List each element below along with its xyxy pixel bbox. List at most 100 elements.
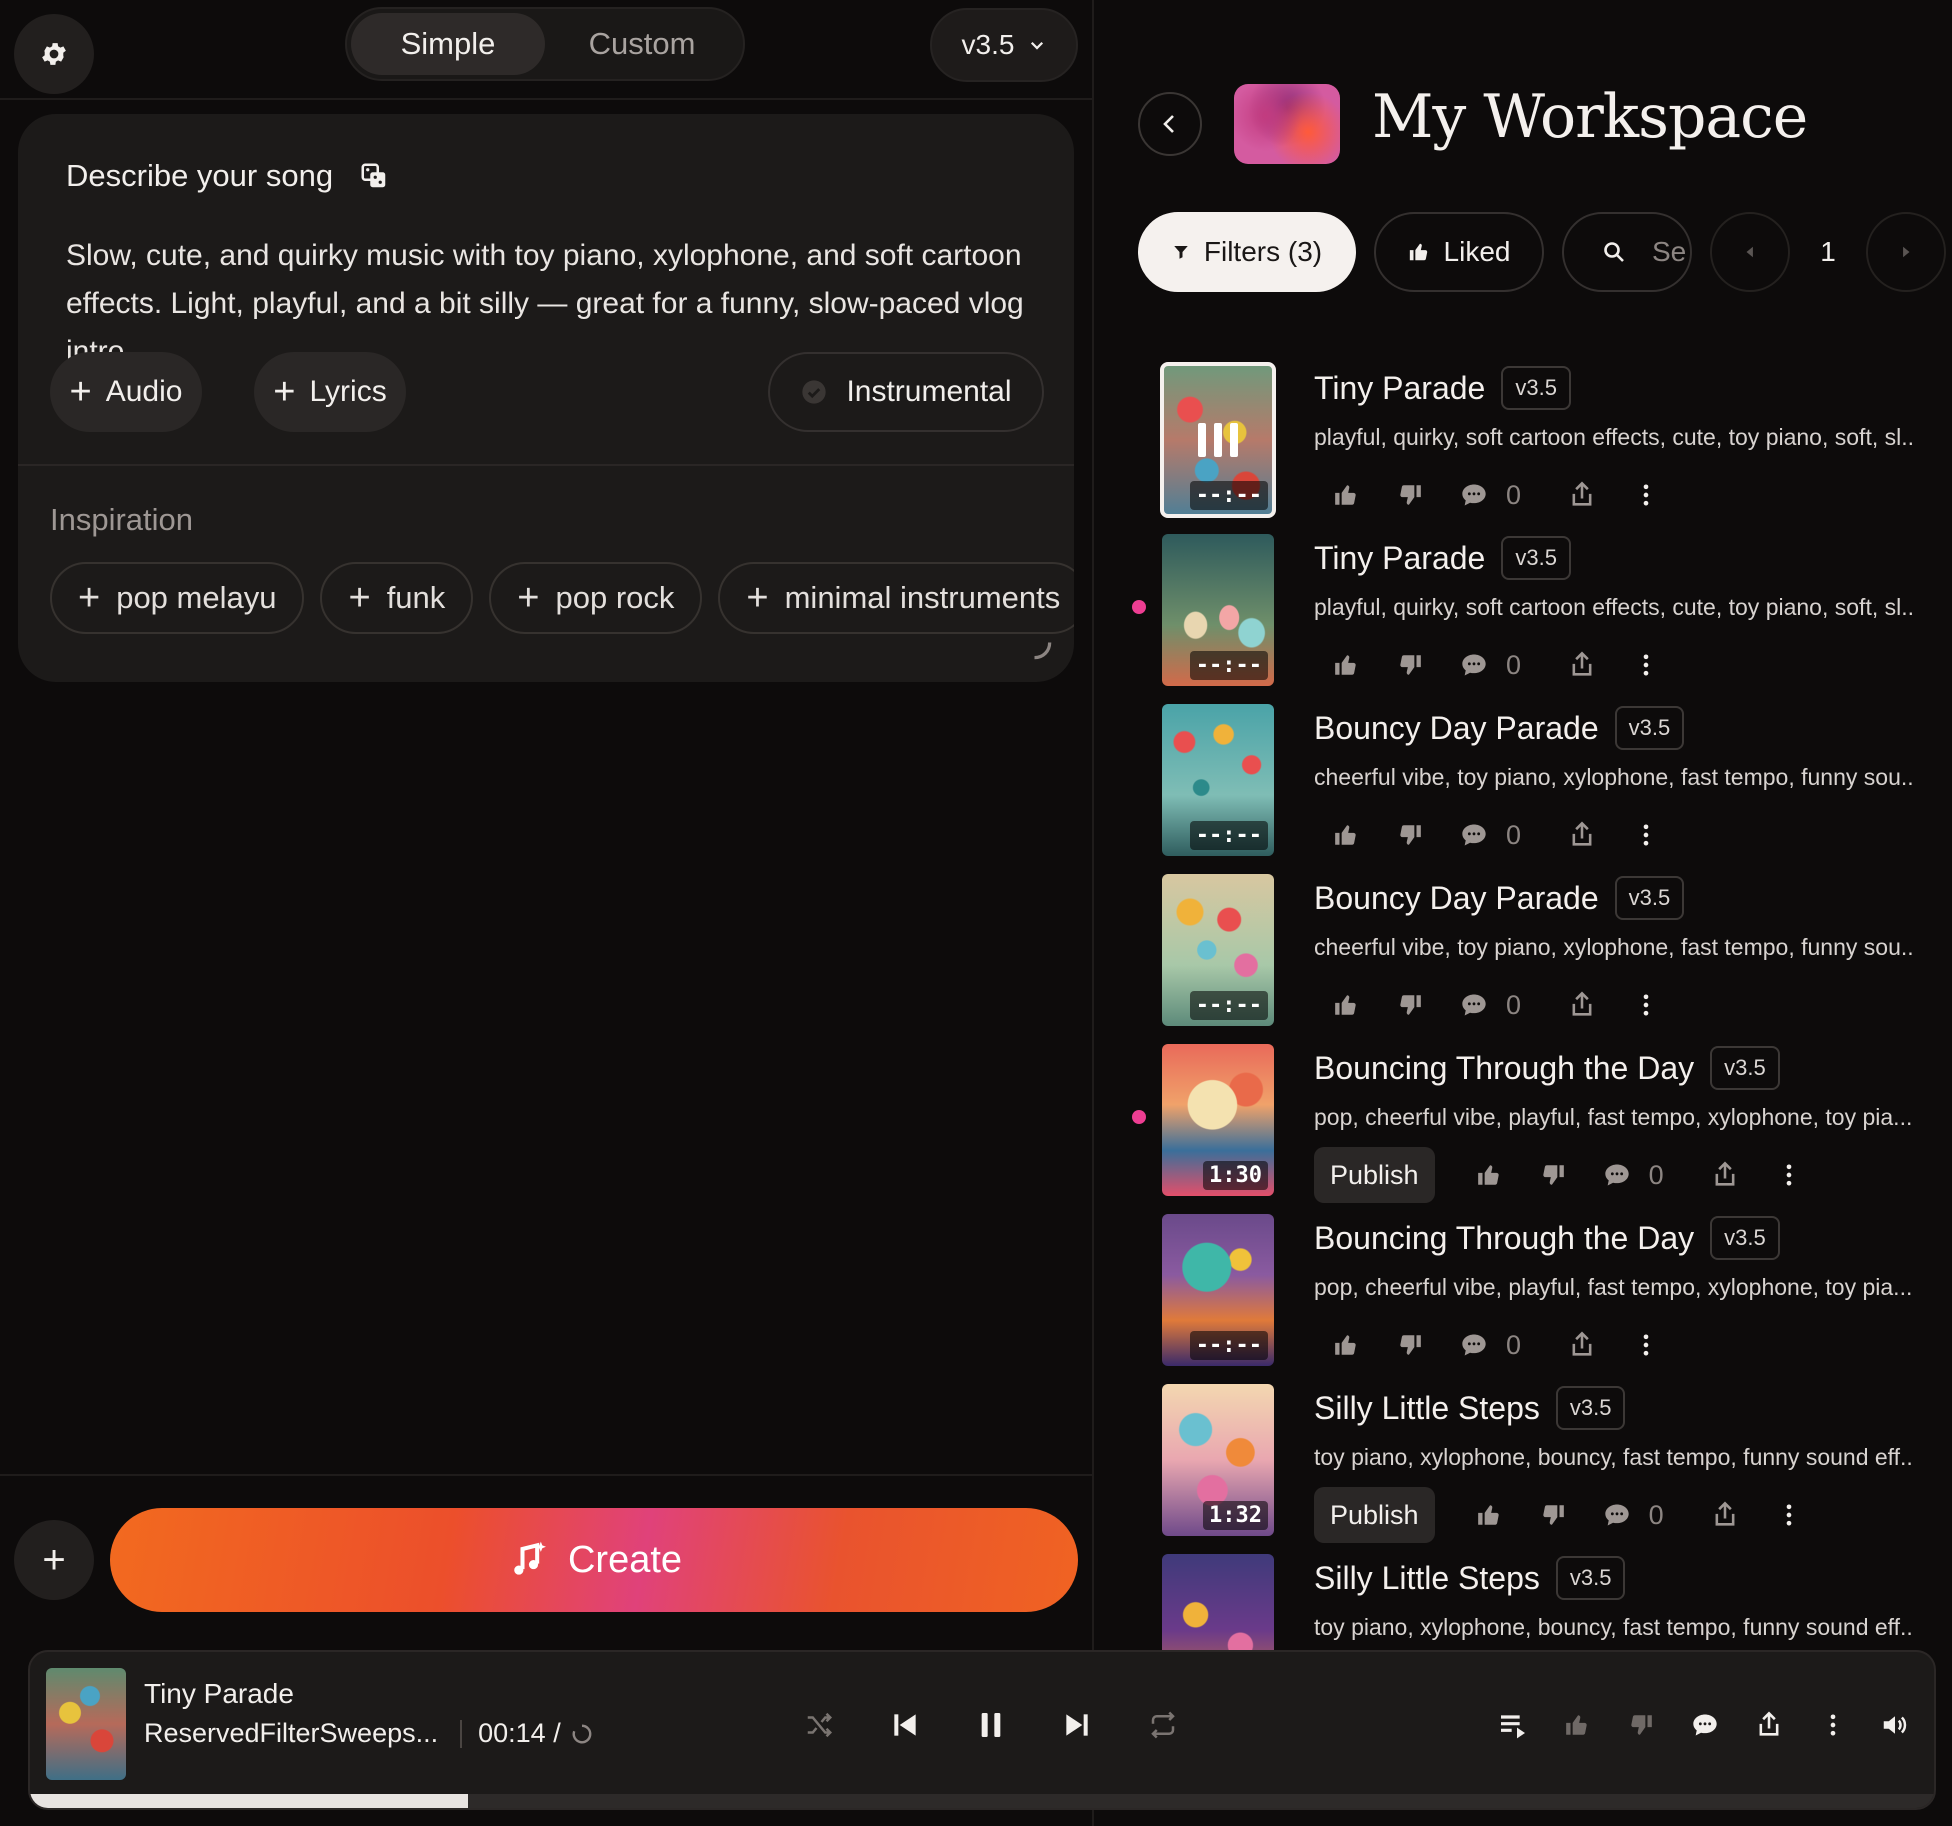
player-like-button[interactable]: [1550, 1698, 1604, 1752]
filters-button[interactable]: Filters (3): [1138, 212, 1356, 292]
player-more-button[interactable]: [1806, 1698, 1860, 1752]
song-cover-image[interactable]: --:--: [1162, 874, 1274, 1026]
like-button[interactable]: [1457, 1490, 1521, 1540]
more-options-button[interactable]: [1614, 980, 1678, 1030]
share-button[interactable]: [1693, 1490, 1757, 1540]
song-row[interactable]: 1:32 Silly Little Steps v3.5 toy piano, xyl…: [1096, 1382, 1952, 1552]
share-button[interactable]: [1550, 980, 1614, 1030]
song-row[interactable]: --:-- Bouncy Day Parade v3.5 cheerful vibe,…: [1096, 872, 1952, 1042]
dice-icon[interactable]: [359, 161, 389, 191]
liked-filter-button[interactable]: Liked: [1374, 212, 1544, 292]
page-number: 1: [1820, 236, 1836, 267]
share-button[interactable]: [1550, 1320, 1614, 1370]
comments-button[interactable]: [1442, 810, 1506, 860]
like-button[interactable]: [1457, 1150, 1521, 1200]
more-options-button[interactable]: [1614, 470, 1678, 520]
inspiration-tag[interactable]: + funk: [320, 562, 474, 634]
queue-button[interactable]: [1486, 1698, 1540, 1752]
comments-button[interactable]: [1442, 1320, 1506, 1370]
song-title[interactable]: Bouncing Through the Day v3.5: [1314, 1046, 1780, 1090]
more-options-button[interactable]: [1757, 1150, 1821, 1200]
inspiration-tag[interactable]: + pop melayu: [50, 562, 305, 634]
publish-button[interactable]: Publish: [1314, 1147, 1435, 1203]
tab-custom[interactable]: Custom: [545, 13, 739, 75]
dislike-button[interactable]: [1521, 1490, 1585, 1540]
song-title[interactable]: Tiny Parade v3.5: [1314, 366, 1571, 410]
player-cover-image[interactable]: [46, 1668, 126, 1780]
back-button[interactable]: [1138, 92, 1202, 156]
repeat-button[interactable]: [1136, 1698, 1190, 1752]
dislike-button[interactable]: [1378, 470, 1442, 520]
song-cover-image[interactable]: 1:30: [1162, 1044, 1274, 1196]
song-title[interactable]: Tiny Parade v3.5: [1314, 536, 1571, 580]
player-comments-button[interactable]: [1678, 1698, 1732, 1752]
song-cover-image[interactable]: --:--: [1162, 704, 1274, 856]
like-button[interactable]: [1314, 1320, 1378, 1370]
inspiration-tag[interactable]: + pop rock: [489, 562, 703, 634]
song-cover-image[interactable]: 1:32: [1162, 1384, 1274, 1536]
more-options-button[interactable]: [1614, 640, 1678, 690]
like-button[interactable]: [1314, 980, 1378, 1030]
settings-button[interactable]: [14, 14, 94, 94]
model-version-select[interactable]: v3.5: [930, 8, 1078, 82]
more-options-button[interactable]: [1614, 810, 1678, 860]
add-audio-button[interactable]: + Audio: [50, 352, 202, 432]
previous-track-button[interactable]: [878, 1698, 932, 1752]
comments-button[interactable]: [1442, 640, 1506, 690]
pause-button[interactable]: [964, 1698, 1018, 1752]
song-title[interactable]: Bouncy Day Parade v3.5: [1314, 706, 1685, 750]
dislike-button[interactable]: [1521, 1150, 1585, 1200]
publish-button[interactable]: Publish: [1314, 1487, 1435, 1543]
song-row[interactable]: --:-- Bouncing Through the Day v3.5 pop, ch…: [1096, 1212, 1952, 1382]
player-artist[interactable]: ReservedFilterSweeps...: [144, 1718, 438, 1749]
playback-progress-bar[interactable]: [30, 1794, 1934, 1808]
search-input[interactable]: Se: [1562, 212, 1692, 292]
song-row[interactable]: --:-- Bouncy Day Parade v3.5 cheerful vibe,…: [1096, 702, 1952, 872]
volume-button[interactable]: [1868, 1698, 1922, 1752]
share-button[interactable]: [1550, 470, 1614, 520]
next-track-button[interactable]: [1050, 1698, 1104, 1752]
song-cover-image[interactable]: --:--: [1162, 1214, 1274, 1366]
song-title[interactable]: Bouncing Through the Day v3.5: [1314, 1216, 1780, 1260]
player-track-title[interactable]: Tiny Parade: [144, 1678, 294, 1710]
share-button[interactable]: [1693, 1150, 1757, 1200]
song-cover-image[interactable]: --:--: [1162, 534, 1274, 686]
song-row[interactable]: 1:30 Bouncing Through the Day v3.5 pop, che…: [1096, 1042, 1952, 1212]
dislike-button[interactable]: [1378, 810, 1442, 860]
song-row[interactable]: --:-- Tiny Parade v3.5 playful, quirky, sof…: [1096, 362, 1952, 532]
more-options-button[interactable]: [1614, 1320, 1678, 1370]
shuffle-button[interactable]: [792, 1698, 846, 1752]
dislike-button[interactable]: [1378, 1320, 1442, 1370]
next-page-button[interactable]: [1866, 212, 1946, 292]
song-row[interactable]: Silly Little Steps v3.5 toy piano, xylopho…: [1096, 1552, 1952, 1652]
dislike-button[interactable]: [1378, 640, 1442, 690]
create-button[interactable]: Create: [110, 1508, 1078, 1612]
add-lyrics-button[interactable]: + Lyrics: [254, 352, 406, 432]
like-button[interactable]: [1314, 470, 1378, 520]
song-title[interactable]: Silly Little Steps v3.5: [1314, 1386, 1626, 1430]
more-options-button[interactable]: [1757, 1490, 1821, 1540]
song-title[interactable]: Bouncy Day Parade v3.5: [1314, 876, 1685, 920]
comments-button[interactable]: [1442, 470, 1506, 520]
inspiration-tag[interactable]: + minimal instruments: [718, 562, 1074, 634]
tab-simple[interactable]: Simple: [351, 13, 545, 75]
prev-page-button[interactable]: [1710, 212, 1790, 292]
song-cover-image[interactable]: --:--: [1160, 362, 1276, 518]
song-title[interactable]: Silly Little Steps v3.5: [1314, 1556, 1626, 1600]
comments-button[interactable]: [1585, 1150, 1649, 1200]
share-button[interactable]: [1550, 640, 1614, 690]
share-button[interactable]: [1550, 810, 1614, 860]
instrumental-toggle[interactable]: Instrumental: [768, 352, 1044, 432]
song-cover-image[interactable]: [1162, 1554, 1274, 1652]
comments-button[interactable]: [1585, 1490, 1649, 1540]
player-dislike-button[interactable]: [1614, 1698, 1668, 1752]
comments-button[interactable]: [1442, 980, 1506, 1030]
add-button[interactable]: +: [14, 1520, 94, 1600]
resize-handle-icon[interactable]: [1028, 636, 1054, 662]
like-button[interactable]: [1314, 640, 1378, 690]
dislike-button[interactable]: [1378, 980, 1442, 1030]
like-button[interactable]: [1314, 810, 1378, 860]
funnel-icon: [1174, 246, 1188, 259]
player-share-button[interactable]: [1742, 1698, 1796, 1752]
song-row[interactable]: --:-- Tiny Parade v3.5 playful, quirky, sof…: [1096, 532, 1952, 702]
